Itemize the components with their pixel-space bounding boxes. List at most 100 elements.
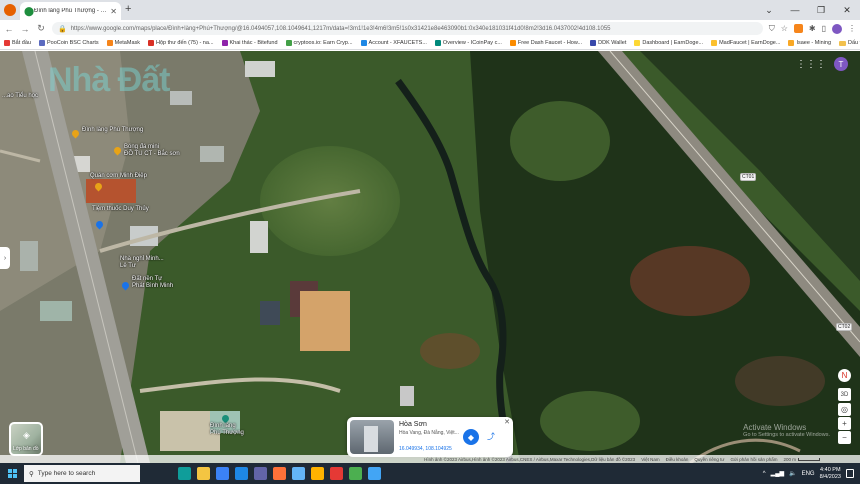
poi-label-dinh-lang[interactable]: Đình làng Phú Thượng (82, 127, 143, 134)
metamask-extension-icon[interactable] (793, 24, 803, 33)
bookmark-item[interactable]: Isaee - Mining (788, 40, 831, 46)
start-button[interactable] (0, 463, 24, 484)
bookmark-item[interactable]: Overview - ICoinPay c... (434, 40, 502, 46)
taskbar-search[interactable]: ⚲ Type here to search (24, 465, 140, 482)
taskbar-app-file-explorer-icon[interactable] (197, 467, 210, 480)
extensions-icon[interactable]: ✱ (809, 24, 816, 33)
place-coordinates[interactable]: 16.049934, 108.104925 (399, 446, 452, 452)
place-info-card[interactable]: Hòa Sơn Hòa Vang, Đà Nẵng, Việt... 16.04… (347, 417, 513, 457)
taskbar-app-teams-icon[interactable] (254, 467, 267, 480)
poi-label-bong-da[interactable]: Bóng đá mini ĐỒ TU CT - Bắc sơn (124, 144, 180, 158)
bookmark-item[interactable]: PooCoin BSC Charts (38, 40, 99, 46)
clock[interactable]: 4:40 PM 8/4/2023 (820, 467, 841, 481)
browser-menu-icon[interactable]: ⋮ (848, 24, 856, 33)
poi-label-school[interactable]: ...ao Tiểu học (2, 93, 38, 100)
bookmark-item[interactable]: Free Dash Faucet - How... (509, 40, 583, 46)
bookmark-item[interactable]: Account - XFAUCETS... (360, 40, 427, 46)
volume-icon[interactable]: 🔈 (789, 470, 796, 477)
bookmark-label: Overview - ICoinPay c... (442, 40, 502, 46)
shield-icon[interactable]: ⛉ (769, 24, 775, 34)
other-bookmarks-label: Dấu trang khác (848, 40, 860, 46)
minimize-button[interactable]: — (782, 0, 808, 20)
taskbar-app-firefox-icon[interactable] (273, 467, 286, 480)
layers-button[interactable]: ◈ Lớp bản đồ (9, 422, 43, 456)
close-window-button[interactable]: ✕ (834, 0, 860, 20)
compass-icon[interactable]: N (838, 369, 851, 382)
windows-taskbar: ⚲ Type here to search ^ ▂▄▆ 🔈 ENG 4:40 P… (0, 463, 860, 484)
road-shield-ct02[interactable]: CT02 (836, 323, 853, 331)
browser-toolbar: ← → ↻ 🔒 https://www.google.com/maps/plac… (0, 20, 860, 37)
attribution-link-privacy[interactable]: Quyền riêng tư (694, 457, 724, 462)
search-icon: ⚲ (29, 470, 34, 478)
bookmark-label: MetaMask (114, 40, 141, 46)
bookmark-item[interactable]: Dashboard | EarnDoge... (634, 40, 703, 46)
place-name[interactable]: Hòa Sơn (399, 421, 427, 428)
bookmark-label: PooCoin BSC Charts (46, 40, 99, 46)
address-url: https://www.google.com/maps/place/Đình+l… (70, 25, 611, 32)
bookmark-item[interactable]: Bắt đầu (4, 40, 31, 46)
bookmark-item[interactable]: MadFaucet | EarnDoge... (711, 40, 780, 46)
notification-icon[interactable] (846, 469, 854, 478)
taskbar-app-app-8-icon[interactable] (311, 467, 324, 480)
bookmark-item[interactable]: DDK Wallet (590, 40, 626, 46)
new-tab-button[interactable]: + (125, 3, 131, 15)
language-indicator[interactable]: ENG (802, 471, 815, 477)
forward-button[interactable]: → (20, 24, 30, 34)
bookmark-star-icon[interactable]: ☆ (781, 24, 788, 33)
place-thumbnail[interactable] (350, 420, 394, 454)
road-shield-ct01[interactable]: CT01 (740, 173, 757, 181)
sidebar-icon[interactable]: ▯ (822, 24, 826, 33)
attribution-link-country[interactable]: Việt Nam (641, 457, 659, 462)
bookmark-item[interactable]: Hộp thư đến (75) - na... (148, 40, 214, 46)
zoom-in-button[interactable]: + (838, 417, 851, 430)
activate-windows-watermark: Activate Windows Go to Settings to activ… (743, 423, 830, 438)
dropdown-icon[interactable]: ⌄ (756, 0, 782, 20)
google-apps-icon[interactable]: ⋮⋮⋮ (796, 59, 826, 70)
info-card-close-icon[interactable]: ✕ (504, 418, 510, 426)
my-location-button[interactable]: ◎ (838, 403, 851, 416)
taskbar-app-store-icon[interactable] (216, 467, 229, 480)
map-attribution-bar: Hình ảnh ©2023 Airbus,Hình ảnh ©2023 Air… (0, 455, 860, 463)
taskbar-app-app-11-icon[interactable] (368, 467, 381, 480)
scale-bar[interactable]: 200 m (783, 457, 820, 462)
browser-tab-active[interactable]: ⬤ Đình làng Phú Thượng - Google ✕ (20, 2, 121, 20)
bookmark-favicon-icon (38, 40, 45, 46)
taskbar-app-edge-icon[interactable] (178, 467, 191, 480)
back-button[interactable]: ← (4, 24, 14, 34)
share-button[interactable]: ⤴ (484, 429, 498, 443)
profile-avatar[interactable] (832, 23, 842, 34)
attribution-link-terms[interactable]: Điều khoản (666, 457, 689, 462)
satellite-map[interactable]: Nhà Đất ⋮⋮⋮ T ...ao Tiểu học Đình làng P… (0, 51, 860, 463)
directions-button[interactable]: ◆ (463, 429, 479, 445)
poi-label-dinh-lang-bottom[interactable]: Đình làng Phú Thượng (210, 423, 244, 437)
poi-label-quan-com[interactable]: Quán cơm Minh Điệp (90, 173, 147, 180)
taskbar-app-mail-icon[interactable] (235, 467, 248, 480)
bookmark-item[interactable]: Khai thác - Bitefund (221, 40, 278, 46)
bookmark-item[interactable]: MetaMask (106, 40, 141, 46)
address-bar[interactable]: 🔒 https://www.google.com/maps/place/Đình… (52, 22, 763, 35)
zoom-out-button[interactable]: − (838, 431, 851, 444)
reload-button[interactable]: ↻ (36, 23, 46, 34)
windows-logo-icon (7, 469, 17, 478)
bookmark-label: Free Dash Faucet - How... (517, 40, 583, 46)
poi-label-tiem-thuoc[interactable]: Tiệm thuốc Duy Thủy (92, 206, 149, 213)
bookmark-label: cryptoos.io: Earn Cryp... (293, 40, 353, 46)
network-icon[interactable]: ▂▄▆ (771, 470, 784, 477)
layers-icon: ◈ (23, 430, 30, 440)
other-bookmarks-folder[interactable]: Dấu trang khác (839, 40, 860, 46)
taskbar-app-app-10-icon[interactable] (349, 467, 362, 480)
attribution-link-feedback[interactable]: Gửi phản hồi sản phẩm (730, 457, 777, 462)
bookmark-item[interactable]: cryptoos.io: Earn Cryp... (285, 40, 353, 46)
tray-chevron-icon[interactable]: ^ (763, 471, 766, 477)
lock-icon[interactable]: 🔒 (58, 25, 67, 33)
user-avatar[interactable]: T (834, 57, 848, 71)
taskbar-app-app-9-icon[interactable] (330, 467, 343, 480)
side-panel-toggle[interactable]: › (0, 247, 10, 269)
maximize-button[interactable]: ❐ (808, 0, 834, 20)
taskbar-app-app-7-icon[interactable] (292, 467, 305, 480)
watermark-logo: Nhà Đất (48, 61, 170, 99)
poi-label-nha-nghi[interactable]: Nhà nghỉ Minh... Lê Tư (120, 256, 164, 270)
tab-close-icon[interactable]: ✕ (110, 7, 117, 16)
toggle-3d-button[interactable]: 3D (838, 388, 851, 401)
poi-label-dat-nen[interactable]: Đất nền Tự Phát Bình Minh (132, 276, 173, 290)
